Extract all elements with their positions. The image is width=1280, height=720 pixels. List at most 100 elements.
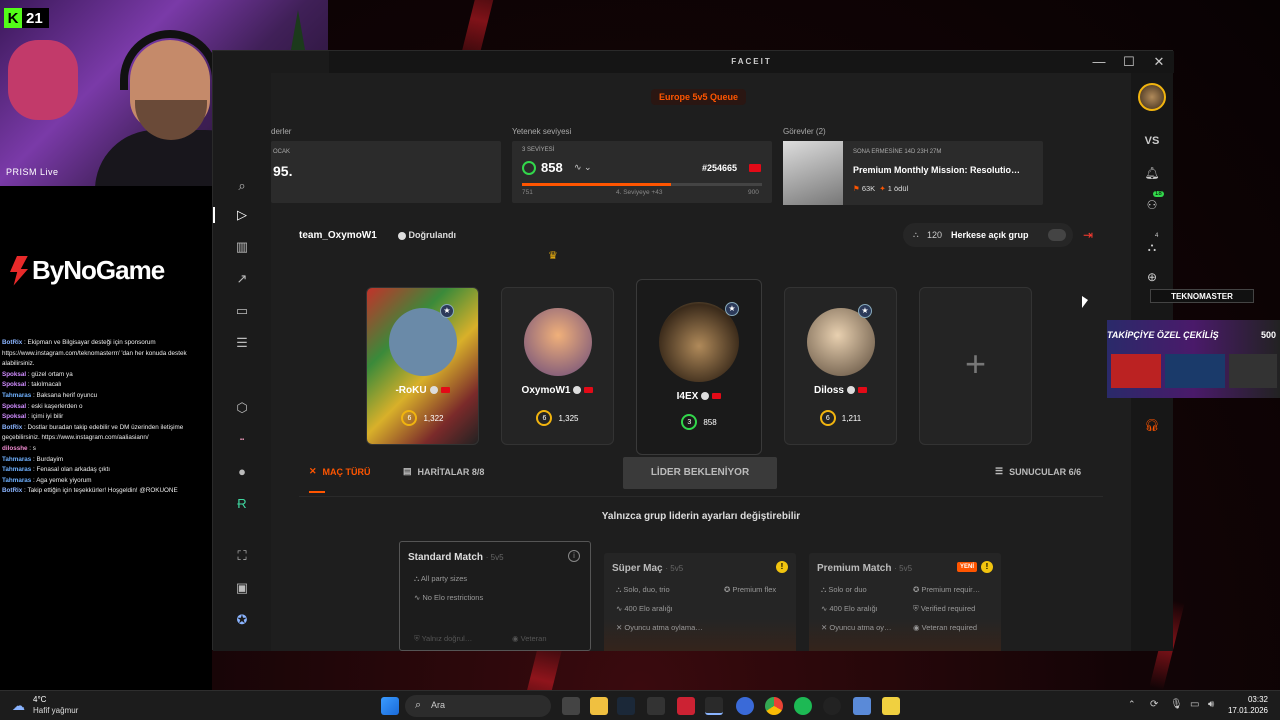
search-icon[interactable]: ⌕ bbox=[233, 177, 251, 195]
player-card[interactable]: ★ Diloss 6 1,211 bbox=[784, 287, 897, 445]
friends-icon[interactable]: ⚇ bbox=[1142, 195, 1162, 215]
headset bbox=[120, 30, 220, 90]
club-avatar-icon[interactable]: ● bbox=[233, 463, 251, 481]
headset-icon[interactable]: 🎧︎ bbox=[1142, 415, 1162, 435]
clock-date[interactable]: 17.01.2026 bbox=[1222, 706, 1268, 715]
player-avatar bbox=[389, 308, 457, 376]
tab-match-type[interactable]: ✕ MAÇ TÜRÜ bbox=[309, 466, 371, 477]
title-bar[interactable]: FACEIT — ☐ ✕ bbox=[329, 51, 1174, 73]
player-card[interactable]: ★ -RoKU 6 1,322 bbox=[366, 287, 479, 445]
plus-badge-icon: ★ bbox=[858, 304, 872, 318]
start-icon[interactable] bbox=[381, 697, 399, 715]
flag-icon bbox=[440, 387, 450, 394]
waiting-leader-button[interactable]: LİDER BEKLENİYOR bbox=[623, 457, 777, 489]
list-icon[interactable]: ☰ bbox=[233, 334, 251, 352]
task-view-icon[interactable] bbox=[562, 697, 580, 715]
faceit-window: FACEIT — ☐ ✕ ⌕ ▷ ▥ ↗ ▭ ☰ ⬡ ▪▪ ● Ɍ ⛶ ▣ ✪ … bbox=[212, 50, 1174, 651]
mode-feature: ✪ Premium flex bbox=[724, 585, 777, 594]
bell-icon[interactable]: 🔔︎ bbox=[1142, 163, 1162, 183]
star-icon[interactable]: ✪ bbox=[233, 611, 251, 629]
invite-slot[interactable]: + bbox=[919, 287, 1032, 445]
add-icon[interactable]: ⊕ bbox=[1142, 267, 1162, 287]
player-elo: 3 858 bbox=[637, 414, 761, 430]
new-badge: YENİ bbox=[956, 562, 977, 572]
tab-maps[interactable]: ▤ HARİTALAR 8/8 bbox=[403, 466, 484, 477]
stats-icon[interactable]: ↗ bbox=[233, 270, 251, 288]
search-box[interactable]: ⌕ Ara bbox=[405, 695, 551, 717]
kick-viewer-badge: K 21 bbox=[4, 8, 49, 28]
crown-icon: ♛ bbox=[548, 250, 558, 262]
party-content: Europe 5v5 Queue derler OCAK 95. Yetenek… bbox=[271, 73, 1131, 651]
spotify-icon[interactable] bbox=[794, 697, 812, 715]
prize-image bbox=[1165, 354, 1225, 388]
tray-chevron-icon[interactable]: ⌃ bbox=[1128, 699, 1136, 710]
volume-icon[interactable]: 🔊︎ bbox=[1208, 699, 1214, 710]
mission-rewards: ⚑ 63K ✦ 1 ödül bbox=[853, 184, 909, 193]
tab-servers[interactable]: ☰ SUNUCULAR 6/6 bbox=[995, 466, 1081, 477]
fullscreen-icon[interactable]: ⛶ bbox=[233, 547, 251, 565]
info-icon[interactable]: i bbox=[568, 550, 580, 562]
maximize-button[interactable]: ☐ bbox=[1114, 53, 1144, 71]
obs-icon[interactable] bbox=[823, 697, 841, 715]
public-toggle[interactable] bbox=[1048, 229, 1066, 241]
mission-card[interactable]: SONA ERMESİNE 14D 23H 27M Premium Monthl… bbox=[783, 141, 1043, 205]
shop-icon[interactable]: ▣ bbox=[233, 579, 251, 597]
app-icon[interactable] bbox=[736, 697, 754, 715]
faceit-taskbar-icon[interactable] bbox=[705, 697, 723, 715]
chrome-icon[interactable] bbox=[765, 697, 783, 715]
mode-card-standard[interactable]: Standard Match · 5v5 i ⛬ All party sizes… bbox=[399, 541, 591, 651]
skill-level-text: 3 SEVİYESİ bbox=[522, 147, 555, 153]
player-avatar bbox=[807, 308, 875, 376]
chat-message: Tahmaras : Baksana herif oyuncu bbox=[2, 391, 98, 399]
video-icon[interactable]: ▭ bbox=[233, 302, 251, 320]
range-min: 751 bbox=[522, 189, 533, 196]
app-icon[interactable] bbox=[882, 697, 900, 715]
steam-icon[interactable] bbox=[617, 697, 635, 715]
prism-label: PRISM Live bbox=[6, 167, 59, 177]
player-card[interactable]: OxymoW1 6 1,325 bbox=[501, 287, 614, 445]
clock-time[interactable]: 03:32 bbox=[1228, 695, 1268, 704]
verified-badge: Doğrulandı bbox=[395, 230, 456, 240]
brand-r-icon[interactable]: Ɍ bbox=[233, 495, 251, 513]
add-player-icon: + bbox=[964, 343, 987, 384]
mode-feature: ⛬ Solo, duo, trio bbox=[616, 585, 670, 594]
vs-icon[interactable]: VS bbox=[1142, 131, 1162, 151]
party-privacy-control[interactable]: ⛬ 120 Herkese açık grup bbox=[903, 223, 1073, 247]
vanguard-icon[interactable] bbox=[677, 697, 695, 715]
mode-feature: ◉ Veteran required bbox=[913, 623, 978, 632]
minimize-button[interactable]: — bbox=[1084, 53, 1114, 71]
rank-number: #254665 bbox=[702, 163, 738, 173]
esports-club-icon[interactable]: ▪▪ bbox=[233, 431, 251, 449]
chat-message: Spoksal : içimi iyi bilir bbox=[2, 413, 64, 421]
hub-icon[interactable]: ⬡ bbox=[233, 399, 251, 417]
mode-feature: ⛬ All party sizes bbox=[414, 574, 468, 583]
player-card-self[interactable]: ★ I4EX 3 858 bbox=[636, 279, 762, 455]
ranking-card[interactable]: OCAK 95. bbox=[271, 141, 501, 203]
leaderboard-icon[interactable]: ▥ bbox=[233, 238, 251, 256]
party-icon[interactable]: ⛬ bbox=[1142, 237, 1162, 257]
user-avatar[interactable] bbox=[1138, 83, 1166, 111]
queue-pill[interactable]: Europe 5v5 Queue bbox=[651, 89, 747, 105]
mode-card-premium[interactable]: Premium Match · 5v5 YENİ ! ⛬ Solo or duo… bbox=[809, 553, 1001, 651]
skill-card[interactable]: 3 SEVİYESİ 858 ∿ ⌄ #254665 751 4. Seviye… bbox=[512, 141, 772, 203]
play-icon[interactable]: ▷ bbox=[233, 206, 251, 224]
chat-message: dilosshe : s bbox=[2, 444, 36, 452]
group-count: 120 bbox=[927, 230, 943, 240]
player-avatar bbox=[524, 308, 592, 376]
file-explorer-icon[interactable] bbox=[590, 697, 608, 715]
chat-message: Tahmaras : Fenasal olan arkadaş çıktı bbox=[2, 466, 111, 474]
chat-message: Spoksal : takılmacalı bbox=[2, 381, 62, 389]
weather-icon[interactable]: ☁ bbox=[12, 698, 25, 714]
epic-icon[interactable] bbox=[647, 697, 665, 715]
close-button[interactable]: ✕ bbox=[1144, 53, 1174, 71]
mic-icon[interactable]: 🎙︎ bbox=[1170, 699, 1183, 710]
mode-card-super[interactable]: Süper Maç · 5v5 ! ⛬ Solo, duo, trio ✪ Pr… bbox=[604, 553, 796, 651]
leave-party-icon[interactable]: ⇥ bbox=[1083, 228, 1093, 242]
elo-value: 858 bbox=[541, 160, 563, 175]
mission-title: Premium Monthly Mission: Resolutio… bbox=[853, 165, 1021, 175]
server-icon: ☰ bbox=[995, 466, 1004, 476]
network-icon[interactable]: ▭ bbox=[1190, 699, 1199, 710]
mode-feature: ◉ Veteran bbox=[512, 634, 547, 643]
sync-icon[interactable]: ⟳ bbox=[1150, 699, 1158, 710]
app-icon[interactable] bbox=[853, 697, 871, 715]
